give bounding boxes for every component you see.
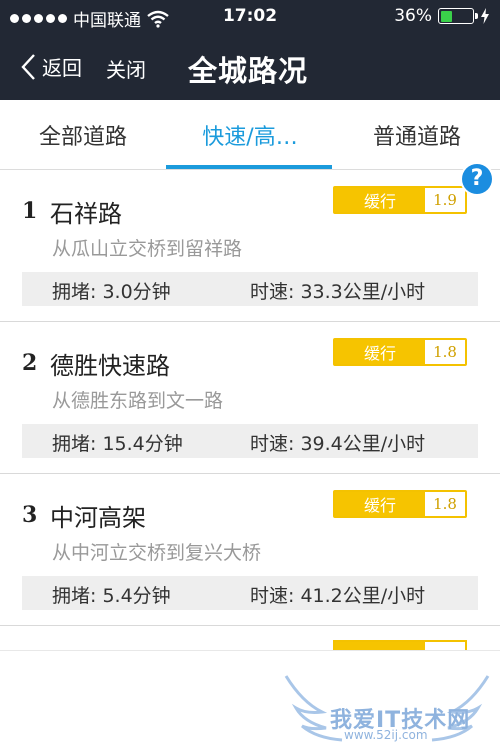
battery-percent: 36% (394, 6, 432, 26)
road-rank: 1 (22, 198, 38, 224)
tab-all-roads[interactable]: 全部道路 (0, 100, 166, 170)
average-speed: 时速: 33.3公里/小时 (250, 281, 426, 303)
road-stats: 拥堵: 5.4分钟 时速: 41.2公里/小时 (22, 576, 478, 610)
road-type-tabs: 全部道路 快速/高… 普通道路 (0, 100, 500, 170)
road-name: 石祥路 (50, 200, 122, 228)
road-section: 从德胜东路到文一路 (52, 390, 224, 412)
status-bar: 中国联通 17:02 36% (0, 0, 500, 34)
congestion-status: 缓行 (335, 492, 425, 516)
road-list-item[interactable]: 2 德胜快速路 从德胜东路到文一路 缓行 1.8 拥堵: 15.4分钟 时速: … (0, 322, 500, 474)
top-bar: 中国联通 17:02 36% 返回 关闭 全城路况 (0, 0, 500, 100)
tab-expressway[interactable]: 快速/高… (166, 100, 334, 170)
congestion-index: 1.8 (425, 340, 465, 364)
active-tab-indicator (166, 165, 332, 169)
page-title: 全城路况 (188, 54, 309, 88)
tab-normal-roads[interactable]: 普通道路 (334, 100, 500, 170)
congestion-index: 1.9 (425, 188, 465, 212)
road-name: 德胜快速路 (50, 352, 170, 380)
close-button[interactable]: 关闭 (106, 54, 146, 83)
congestion-status: 缓行 (335, 340, 425, 364)
jam-duration: 拥堵: 3.0分钟 (52, 281, 171, 303)
jam-duration: 拥堵: 5.4分钟 (52, 585, 171, 607)
average-speed: 时速: 41.2公里/小时 (250, 585, 426, 607)
jam-duration: 拥堵: 15.4分钟 (52, 433, 183, 455)
back-button-label: 返回 (42, 56, 82, 80)
road-section: 从中河立交桥到复兴大桥 (52, 542, 262, 564)
navigation-bar: 返回 关闭 全城路况 (0, 34, 500, 100)
status-right: 36% (394, 6, 490, 26)
congestion-index: 1.8 (425, 492, 465, 516)
road-list-item[interactable]: 3 中河高架 从中河立交桥到复兴大桥 缓行 1.8 拥堵: 5.4分钟 时速: … (0, 474, 500, 626)
watermark-url: www.52ij.com (344, 728, 428, 742)
congestion-status: 缓行 (335, 188, 425, 212)
charging-bolt-icon (481, 8, 489, 24)
road-list-item[interactable]: 1 石祥路 从瓜山立交桥到留祥路 缓行 1.9 拥堵: 3.0分钟 时速: 33… (0, 170, 500, 322)
congestion-badge[interactable]: 缓行 1.8 (333, 490, 467, 518)
partial-congestion-badge (333, 640, 467, 650)
chevron-left-icon (21, 53, 35, 80)
battery-fill (440, 10, 452, 22)
site-watermark: 我爱IT技术网 www.52ij.com (282, 672, 492, 746)
congestion-badge[interactable]: 缓行 1.8 (333, 338, 467, 366)
road-rank: 2 (22, 350, 38, 376)
road-stats: 拥堵: 3.0分钟 时速: 33.3公里/小时 (22, 272, 478, 306)
help-question-icon[interactable]: ? (462, 164, 492, 194)
battery-icon (438, 8, 478, 24)
road-name: 中河高架 (50, 504, 146, 532)
back-button[interactable]: 返回 (20, 52, 82, 81)
average-speed: 时速: 39.4公里/小时 (250, 433, 426, 455)
road-section: 从瓜山立交桥到留祥路 (52, 238, 243, 260)
road-stats: 拥堵: 15.4分钟 时速: 39.4公里/小时 (22, 424, 478, 458)
congestion-badge[interactable]: 缓行 1.9 (333, 186, 467, 214)
road-rank: 3 (22, 502, 38, 528)
